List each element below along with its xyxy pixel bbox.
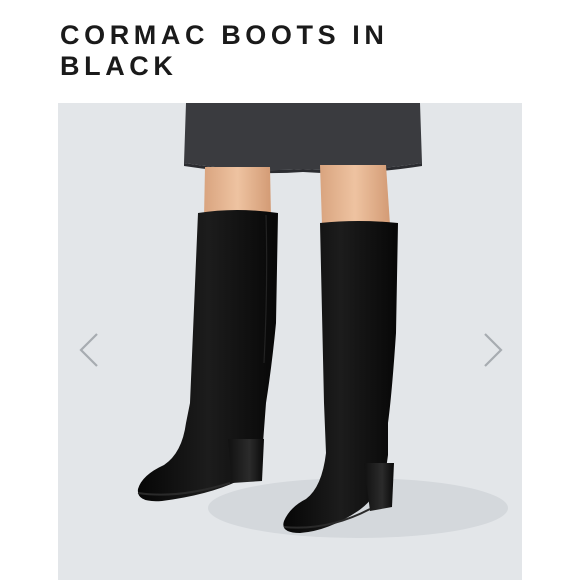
product-title-line2: BLACK (60, 51, 178, 81)
gallery-prev-button[interactable] (74, 328, 104, 372)
chevron-left-icon (79, 333, 98, 367)
product-title: CORMAC BOOTS IN BLACK (60, 20, 520, 82)
product-title-line1: CORMAC BOOTS IN (60, 20, 389, 50)
product-photo (137, 103, 508, 538)
product-image-gallery[interactable] (58, 103, 522, 580)
skirt (184, 103, 422, 171)
gallery-next-button[interactable] (478, 328, 508, 372)
right-leg (320, 165, 390, 225)
chevron-right-icon (484, 333, 503, 367)
